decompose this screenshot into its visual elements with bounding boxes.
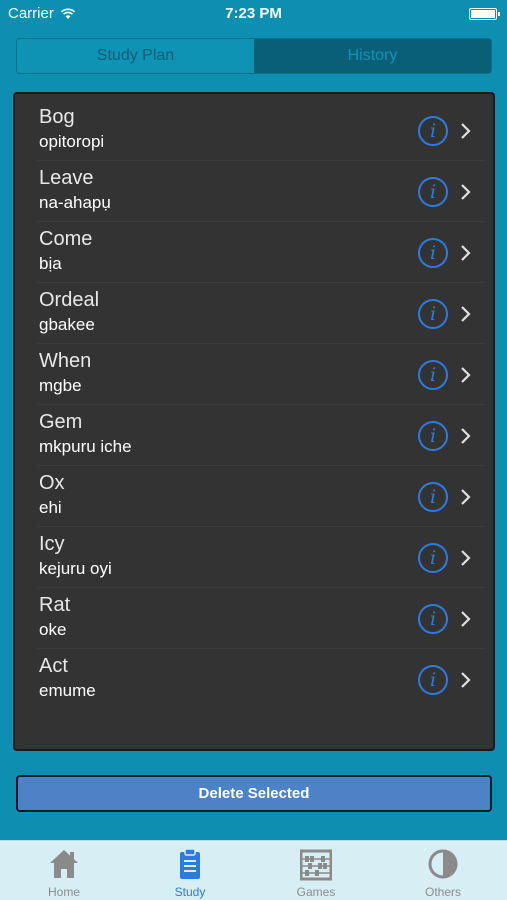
list-item[interactable]: Act emume i xyxy=(15,649,493,710)
info-icon[interactable]: i xyxy=(418,299,448,329)
tab-others[interactable]: Others xyxy=(380,841,506,900)
status-time: 7:23 PM xyxy=(225,5,282,22)
pie-icon xyxy=(428,849,458,879)
word-label: Gem xyxy=(39,411,83,433)
word-label: Leave xyxy=(39,167,94,189)
word-label: When xyxy=(39,350,92,372)
list-item[interactable]: Bog opitoropi i xyxy=(15,100,493,161)
chevron-right-icon xyxy=(461,428,471,444)
chevron-right-icon xyxy=(461,184,471,200)
word-label: Act xyxy=(39,655,68,677)
abacus-icon xyxy=(300,849,332,881)
list-item[interactable]: Leave na-ahapụ i xyxy=(15,161,493,222)
chevron-right-icon xyxy=(461,611,471,627)
chevron-right-icon xyxy=(461,489,471,505)
list-item[interactable]: Rat oke i xyxy=(15,588,493,649)
info-icon[interactable]: i xyxy=(418,482,448,512)
history-list: Bog opitoropi i Leave na-ahapụ i Come bị… xyxy=(13,92,495,751)
tab-bar: Home Study Games Others xyxy=(0,840,507,900)
tab-history[interactable]: History xyxy=(254,39,491,73)
tab-study[interactable]: Study xyxy=(127,841,253,900)
list-item[interactable]: When mgbe i xyxy=(15,344,493,405)
translation-label: opitoropi xyxy=(39,132,105,151)
info-icon[interactable]: i xyxy=(418,604,448,634)
list-item[interactable]: Icy kejuru oyi i xyxy=(15,527,493,588)
chevron-right-icon xyxy=(461,306,471,322)
info-icon[interactable]: i xyxy=(418,665,448,695)
home-icon xyxy=(50,850,78,878)
tab-games-label: Games xyxy=(296,885,336,899)
word-label: Ordeal xyxy=(39,289,100,311)
info-icon[interactable]: i xyxy=(418,360,448,390)
delete-selected-button[interactable]: Delete Selected xyxy=(16,775,492,812)
list-item[interactable]: Ordeal gbakee i xyxy=(15,283,493,344)
chevron-right-icon xyxy=(461,123,471,139)
info-icon[interactable]: i xyxy=(418,543,448,573)
translation-label: kejuru oyi xyxy=(39,559,112,578)
chevron-right-icon xyxy=(461,245,471,261)
list-item[interactable]: Gem mkpuru iche i xyxy=(15,405,493,466)
chevron-right-icon xyxy=(461,367,471,383)
translation-label: bịa xyxy=(39,254,62,273)
word-label: Rat xyxy=(39,594,71,616)
info-icon[interactable]: i xyxy=(418,421,448,451)
tab-study-label: Study xyxy=(174,885,206,899)
translation-label: gbakee xyxy=(39,315,95,334)
chevron-right-icon xyxy=(461,672,471,688)
chevron-right-icon xyxy=(461,550,471,566)
status-bar: Carrier 7:23 PM xyxy=(0,0,507,28)
tab-games[interactable]: Games xyxy=(253,841,379,900)
list-item[interactable]: Come bịa i xyxy=(15,222,493,283)
translation-label: emume xyxy=(39,681,96,700)
tab-others-label: Others xyxy=(424,885,461,899)
clipboard-icon xyxy=(180,848,200,879)
translation-label: ehi xyxy=(39,498,62,517)
list-item[interactable]: Ox ehi i xyxy=(15,466,493,527)
info-icon[interactable]: i xyxy=(418,238,448,268)
word-label: Icy xyxy=(39,533,65,555)
word-label: Bog xyxy=(39,106,75,128)
info-icon[interactable]: i xyxy=(418,116,448,146)
tab-study-plan[interactable]: Study Plan xyxy=(17,39,254,73)
segmented-control: Study Plan History xyxy=(16,38,492,74)
battery-icon xyxy=(469,8,500,20)
tab-home-label: Home xyxy=(47,885,80,899)
translation-label: mgbe xyxy=(39,376,82,395)
tab-home[interactable]: Home xyxy=(1,841,127,900)
translation-label: mkpuru iche xyxy=(39,437,132,456)
translation-label: na-ahapụ xyxy=(39,193,111,212)
info-icon[interactable]: i xyxy=(418,177,448,207)
word-label: Ox xyxy=(39,472,65,494)
word-label: Come xyxy=(39,228,93,250)
translation-label: oke xyxy=(39,620,67,639)
